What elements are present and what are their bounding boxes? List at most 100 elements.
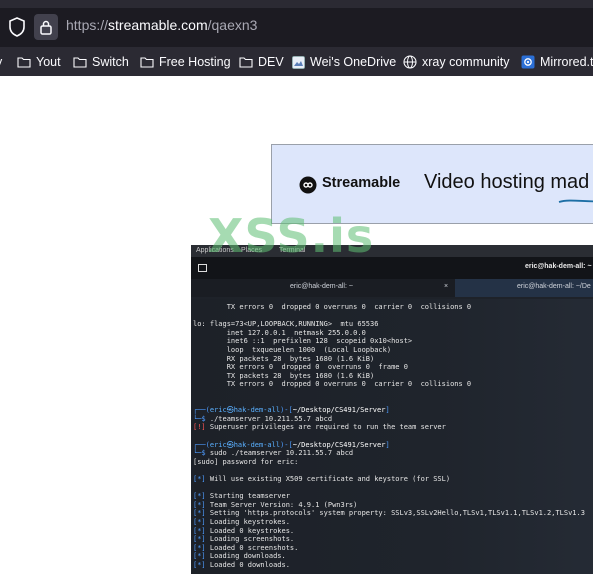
app-icon (521, 55, 535, 69)
terminal-text: Loading screenshots. (209, 535, 295, 544)
shield-icon[interactable] (8, 17, 26, 37)
terminal-text: eric㉿hak-dem-all (209, 406, 281, 415)
bookmarks-bar: y Yout Switch Free Hosting DEV Wei's One… (0, 47, 593, 76)
terminal-line: inet6 ::1 prefixlen 128 scopeid 0x10<hos… (193, 337, 412, 346)
terminal-line: [!] Superuser privileges are required to… (193, 423, 446, 432)
url-field[interactable]: https://streamable.com/qaexn3 (66, 17, 257, 33)
bookmark-label: Free Hosting (159, 55, 231, 69)
watermark-text: XSS.is (208, 209, 375, 263)
terminal-line: [*] Starting teamserver (193, 492, 290, 501)
terminal-text: inet 127.0.0.1 netmask 255.0.0.0 (193, 328, 366, 337)
terminal-line: lo: flags=73<UP,LOOPBACK,RUNNING> mtu 65… (193, 320, 378, 329)
banner-tagline: Video hosting mad (424, 171, 590, 193)
terminal-text: inet6 ::1 prefixlen 128 scopeid 0x10<hos… (193, 337, 413, 346)
terminal-line: TX packets 28 bytes 1680 (1.6 KiB) (193, 371, 375, 381)
bookmark-label: Switch (92, 55, 129, 69)
terminal-text: Starting teamserver (209, 492, 290, 501)
bookmark-folder[interactable]: y (0, 53, 2, 71)
tab-2: eric@hak-dem-all: ~/De (517, 283, 591, 290)
url-host: streamable.com (108, 17, 208, 33)
terminal-line: └─$ ./teamserver 10.211.55.7 abcd (193, 415, 332, 424)
terminal-line: [*] Loaded 0 screenshots. (193, 544, 298, 553)
terminal-line: [*] Loaded 0 keystrokes. (193, 527, 294, 536)
folder-icon (73, 57, 87, 68)
terminal-text: Team Server Version: 4.9.1 (Pwn3rs) (209, 500, 358, 509)
bookmark-folder[interactable]: DEV (239, 53, 284, 71)
terminal-text: RX packets 28 bytes 1680 (1.6 KiB) (193, 354, 375, 363)
terminal-text: eric㉿hak-dem-all (209, 440, 281, 449)
terminal-line: [*] Loaded 0 downloads. (193, 561, 290, 570)
terminal-text: [*] (193, 475, 210, 483)
window-title: eric@hak-dem-all: ~ (525, 263, 592, 270)
terminal-text: Loading downloads. (209, 552, 286, 561)
bookmark-folder[interactable]: Switch (73, 53, 129, 71)
terminal-line: [*] Loading downloads. (193, 552, 286, 561)
terminal-text: Superuser privileges are required to run… (209, 423, 446, 432)
terminal-line: [*] Loading keystrokes. (193, 518, 290, 527)
terminal-text: RX errors 0 dropped 0 overruns 0 frame 0 (193, 363, 408, 372)
terminal-line: ┌──(eric㉿hak-dem-all)-[~/Desktop/CS491/S… (193, 406, 390, 415)
bookmark-link[interactable]: Wei's OneDrive (292, 53, 396, 71)
folder-icon (140, 57, 154, 68)
bookmark-link[interactable]: Mirrored.t (521, 53, 593, 71)
terminal-text: ~/Desktop/CS491/Server (292, 406, 386, 415)
terminal-line: TX errors 0 dropped 0 overruns 0 carrier… (193, 303, 471, 312)
terminal-text: TX errors 0 dropped 0 overruns 0 carrier… (193, 303, 472, 311)
tab-strip-edge (0, 0, 593, 8)
terminal-text: ] (385, 406, 390, 415)
bookmark-label: Yout (36, 55, 61, 69)
terminal-text: Setting 'https.protocols' system propert… (209, 509, 585, 518)
terminal-line: [*] Loading screenshots. (193, 535, 294, 544)
bookmark-folder[interactable]: Yout (17, 53, 61, 71)
lock-icon (40, 20, 52, 35)
terminal-line: [*] Will use existing X509 certificate a… (193, 475, 450, 484)
bookmark-label: xray community (422, 55, 510, 69)
terminal-text: [*] (193, 552, 210, 561)
terminal-output: TX errors 0 dropped 0 overruns 0 carrier… (191, 299, 593, 574)
terminal-line: TX errors 0 dropped 0 overruns 0 carrier… (193, 380, 471, 389)
terminal-text: Loaded 0 downloads. (209, 561, 290, 569)
bookmark-link[interactable]: xray community (403, 53, 510, 71)
terminal-line: loop txqueuelen 1000 (Local Loopback) (193, 346, 391, 355)
streamable-logo-icon (299, 176, 317, 194)
bookmark-label: Wei's OneDrive (310, 55, 397, 69)
bookmark-label: DEV (258, 55, 284, 69)
terminal-text: └─$ (193, 449, 210, 458)
terminal-text: [!] (193, 423, 210, 432)
terminal-text: [*] (193, 561, 210, 569)
terminal-text: sudo ./teamserver 10.211.55.7 abcd (209, 449, 354, 458)
terminal-text: Loading keystrokes. (209, 518, 290, 526)
terminal-text: ] (385, 440, 390, 449)
terminal-line: inet 127.0.0.1 netmask 255.0.0.0 (193, 329, 366, 338)
terminal-text: TX packets 28 bytes 1680 (1.6 KiB) (193, 371, 375, 380)
streamable-brand: Streamable (322, 175, 401, 191)
terminal-text: )-[ (280, 406, 293, 415)
terminal-line: RX errors 0 dropped 0 overruns 0 frame 0 (193, 363, 408, 372)
terminal-text: TX errors 0 dropped 0 overruns 0 carrier… (193, 380, 472, 389)
tagline-underline (558, 199, 593, 203)
terminal-text: [sudo] password for eric: (193, 457, 299, 466)
terminal-line: [sudo] password for eric: (193, 458, 298, 467)
terminal-line: [*] Team Server Version: 4.9.1 (Pwn3rs) (193, 501, 357, 510)
tab-1: eric@hak-dem-all: ~ (290, 283, 353, 290)
terminal-text: ./teamserver 10.211.55.7 abcd (209, 414, 333, 423)
terminal-text: loop txqueuelen 1000 (Local Loopback) (193, 346, 392, 354)
terminal-text: [*] (193, 543, 210, 552)
bookmark-folder[interactable]: Free Hosting (140, 53, 231, 71)
terminal-text: [*] (193, 526, 210, 535)
terminal-text: ┌──( (193, 440, 210, 449)
folder-icon (239, 57, 253, 68)
page-content: Streamable Video hosting mad Application… (0, 76, 593, 574)
video-frame[interactable]: Applications Places Terminal eric@hak-de… (191, 245, 593, 574)
bookmark-label: Mirrored.t (540, 55, 593, 69)
browser-toolbar: https://streamable.com/qaexn3 (0, 0, 593, 47)
terminal-text: ~/Desktop/CS491/Server (292, 440, 386, 449)
url-scheme: https:// (66, 17, 109, 33)
terminal-text: ┌──( (193, 406, 210, 415)
terminal-text: lo: flags=73<UP,LOOPBACK,RUNNING> mtu 65… (193, 320, 379, 329)
lock-button[interactable] (34, 14, 58, 40)
close-icon: × (444, 283, 449, 290)
terminal-text: [*] (193, 500, 210, 509)
bookmark-label: y (0, 55, 2, 69)
terminal-text: Loaded 0 screenshots. (209, 543, 299, 552)
